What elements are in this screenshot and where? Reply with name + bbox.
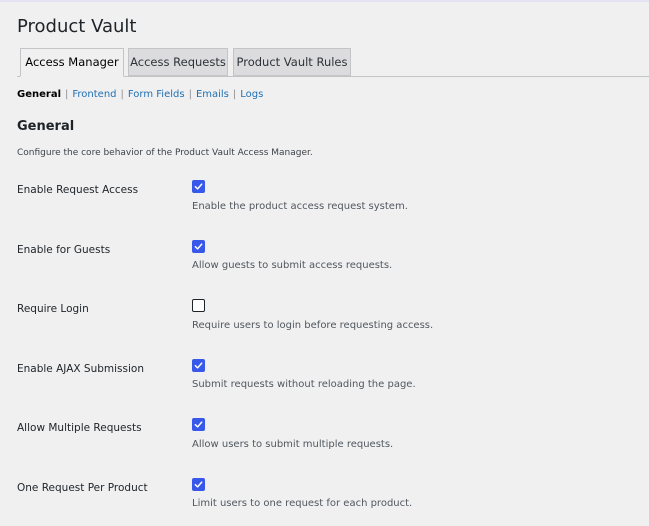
checkmark-icon <box>194 362 203 369</box>
setting-desc-one-request-per-product: Limit users to one request for each prod… <box>192 498 413 509</box>
enable-for-guests-checkbox[interactable] <box>192 240 205 253</box>
subnav-separator: | <box>65 89 69 100</box>
one-request-per-product-checkbox[interactable] <box>192 478 205 491</box>
checkmark-icon <box>194 243 203 250</box>
setting-label-enable-request-access: Enable Request Access <box>17 184 139 196</box>
subnav-frontend[interactable]: Frontend <box>72 89 116 100</box>
enable-request-access-checkbox[interactable] <box>192 180 205 193</box>
top-border <box>0 0 649 2</box>
require-login-checkbox[interactable] <box>192 299 205 312</box>
subnav-emails[interactable]: Emails <box>196 89 229 100</box>
setting-label-require-login: Require Login <box>17 303 89 315</box>
checkmark-icon <box>194 481 203 488</box>
subnav-separator: | <box>232 89 237 100</box>
setting-desc-require-login: Require users to login before requesting… <box>192 320 434 331</box>
setting-desc-allow-multiple-requests: Allow users to submit multiple requests. <box>192 439 394 450</box>
section-title: General <box>17 119 75 134</box>
setting-label-one-request-per-product: One Request Per Product <box>17 482 148 494</box>
setting-desc-enable-ajax-submission: Submit requests without reloading the pa… <box>192 379 416 390</box>
setting-desc-enable-request-access: Enable the product access request system… <box>192 201 408 212</box>
subnav-form-fields[interactable]: Form Fields <box>128 89 185 100</box>
setting-label-enable-ajax-submission: Enable AJAX Submission <box>17 363 144 375</box>
subnav: General | Frontend | Form Fields | Emails | Logs <box>17 88 263 102</box>
setting-label-enable-for-guests: Enable for Guests <box>17 244 111 256</box>
setting-desc-enable-for-guests: Allow guests to submit access requests. <box>192 260 393 271</box>
setting-label-allow-multiple-requests: Allow Multiple Requests <box>17 422 142 434</box>
page-title: Product Vault <box>17 16 137 37</box>
subnav-general[interactable]: General <box>17 89 61 100</box>
checkmark-icon <box>194 421 203 428</box>
subnav-separator: | <box>120 89 124 100</box>
section-description: Configure the core behavior of the Produ… <box>17 148 313 158</box>
tab-access-requests[interactable]: Access Requests <box>128 48 228 76</box>
subnav-logs[interactable]: Logs <box>240 89 263 100</box>
subnav-separator: | <box>188 89 192 100</box>
tab-product-vault-rules[interactable]: Product Vault Rules <box>233 48 351 76</box>
enable-ajax-submission-checkbox[interactable] <box>192 359 205 372</box>
tab-access-manager[interactable]: Access Manager <box>20 48 124 77</box>
allow-multiple-requests-checkbox[interactable] <box>192 418 205 431</box>
checkmark-icon <box>194 183 203 190</box>
